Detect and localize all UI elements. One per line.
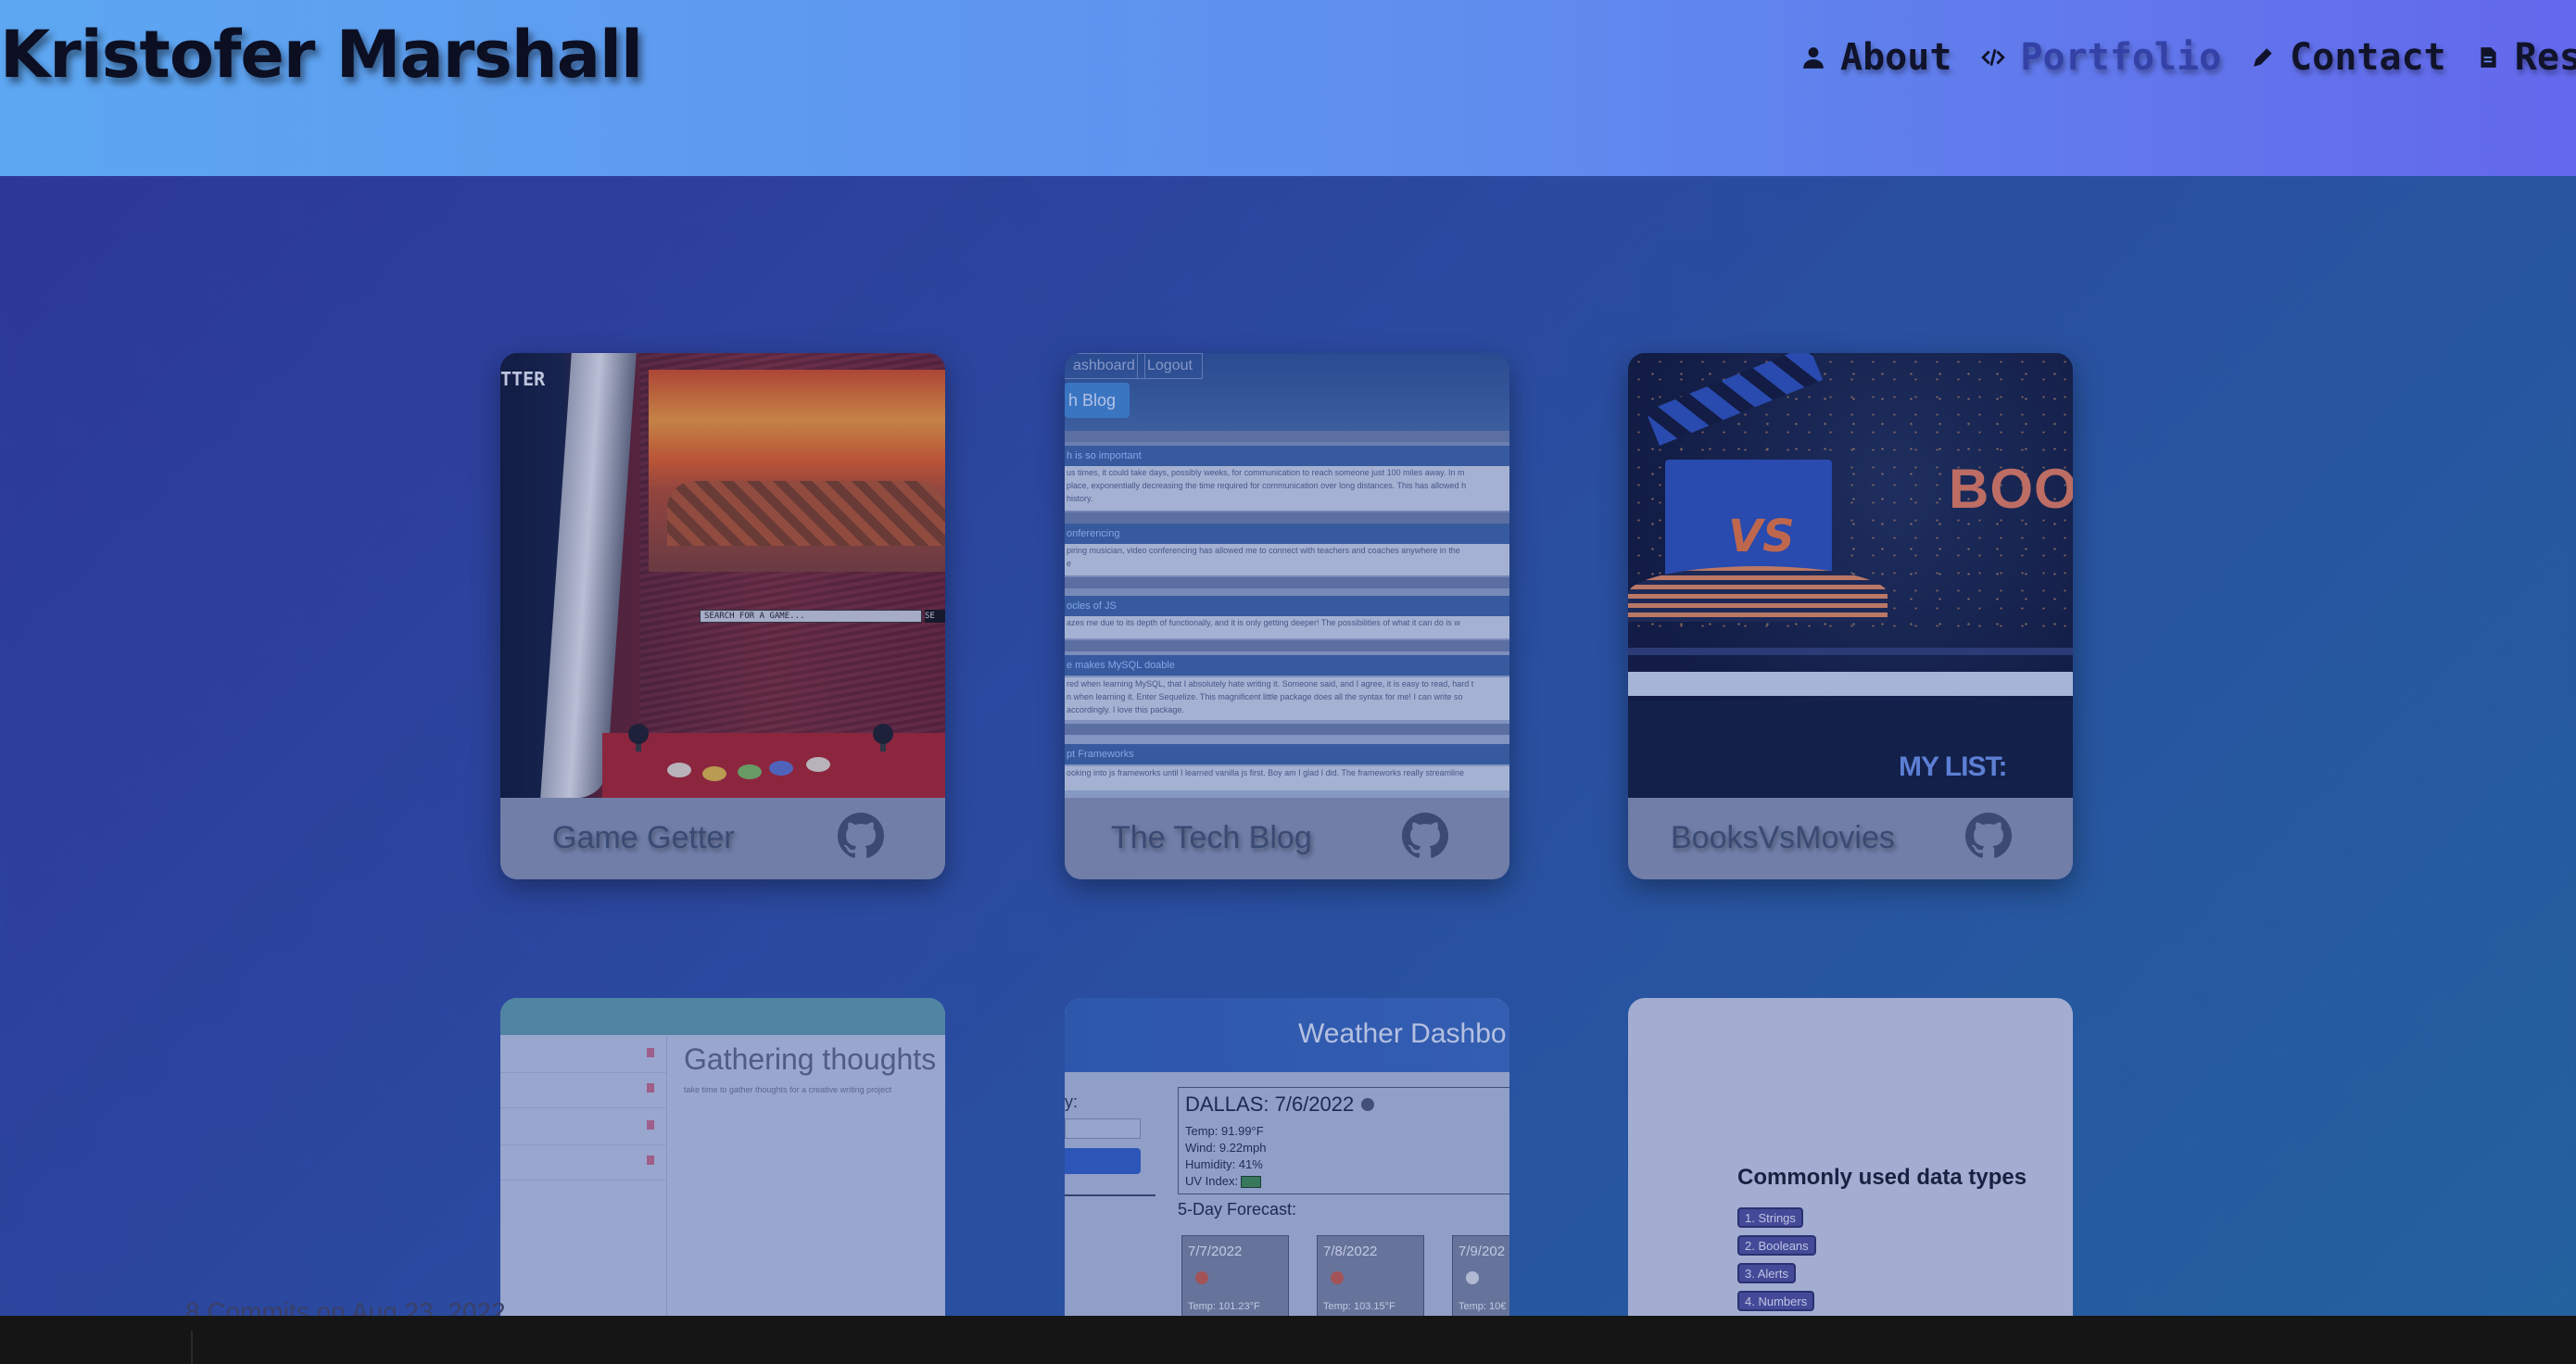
- user-icon: [1799, 44, 1827, 71]
- screenshot-my-list-text: MY LIST:: [1899, 751, 2007, 782]
- screenshot-post-title: e makes MySQL doable: [1065, 655, 1509, 676]
- github-icon[interactable]: [838, 813, 884, 859]
- screenshot-post-body: us times, it could take days, possibly w…: [1065, 466, 1509, 511]
- nav-resume[interactable]: Resume: [2474, 36, 2576, 79]
- project-card-code-quiz[interactable]: Commonly used data types 1. Strings 2. B…: [1628, 998, 2073, 1317]
- divider: [191, 1331, 193, 1364]
- main-nav: About Portfolio Contact Resume: [1799, 33, 2576, 82]
- screenshot-vs-text: VS: [1728, 511, 1795, 562]
- quiz-option: 1. Strings: [1737, 1207, 1803, 1228]
- screenshot-wind: Wind: 9.22mph: [1185, 1141, 1267, 1155]
- code-icon: [1979, 44, 2007, 71]
- screenshot-uv: UV Index:: [1185, 1174, 1239, 1188]
- pen-icon: [2249, 44, 2277, 71]
- project-screenshot[interactable]: TTER SEARCH FOR A GAME... SE: [500, 353, 945, 798]
- screenshot-city: DALLAS: 7/6/2022: [1185, 1092, 1355, 1116]
- screenshot-post-body: red when learning MySQL, that I absolute…: [1065, 677, 1509, 720]
- document-icon: [2474, 44, 2502, 71]
- card-footer: The Tech Blog: [1065, 798, 1509, 879]
- bottom-bar: [0, 1316, 2576, 1364]
- project-title: Game Getter: [552, 820, 735, 855]
- screenshot-search-field: SEARCH FOR A GAME...: [700, 610, 922, 623]
- project-screenshot[interactable]: VS BOOKS MY LIST:: [1628, 353, 2073, 798]
- weather-icon: [1361, 1098, 1374, 1111]
- nav-contact[interactable]: Contact: [2249, 36, 2446, 79]
- github-icon[interactable]: [1402, 813, 1448, 859]
- quiz-option: 4. Numbers: [1737, 1291, 1815, 1311]
- screenshot-post-body: azes me due to its depth of functionally…: [1065, 616, 1509, 638]
- project-title: The Tech Blog: [1111, 820, 1312, 855]
- screenshot-post-title: h is so important: [1065, 446, 1509, 466]
- github-icon[interactable]: [1965, 813, 2012, 859]
- screenshot-title: Gathering thoughts: [684, 1042, 937, 1076]
- screenshot-post-body: ooking into js frameworks until I learne…: [1065, 766, 1509, 790]
- forecast-card: 7/7/2022 Temp: 101.23°F: [1181, 1235, 1289, 1317]
- screenshot-post-title: ocles of JS: [1065, 596, 1509, 616]
- screenshot-temp: Temp: 91.99°F: [1185, 1124, 1264, 1138]
- screenshot-home-button: h Blog: [1065, 383, 1130, 418]
- screenshot-post-title: pt Frameworks: [1065, 744, 1509, 764]
- quiz-option: 3. Alerts: [1737, 1263, 1796, 1283]
- project-title: BooksVsMovies: [1671, 820, 1895, 855]
- nav-about[interactable]: About: [1799, 36, 1951, 79]
- screenshot-forecast-label: 5-Day Forecast:: [1178, 1200, 1297, 1219]
- project-card-game-getter[interactable]: TTER SEARCH FOR A GAME... SE Game Getter: [500, 353, 945, 879]
- screenshot-books-text: BOOKS: [1949, 458, 2073, 520]
- screenshot-question: Commonly used data types: [1737, 1165, 2027, 1190]
- card-footer: Game Getter: [500, 798, 945, 879]
- nav-about-label: About: [1840, 36, 1952, 79]
- screenshot-banner-text: TTER: [500, 368, 546, 390]
- screenshot-nav-dashboard: ashboard: [1065, 353, 1145, 379]
- nav-portfolio-label: Portfolio: [2020, 36, 2222, 79]
- project-card-gathering-thoughts[interactable]: Gathering thoughts take time to gather t…: [500, 998, 945, 1317]
- project-card-weather-dashboard[interactable]: Weather Dashbo y: DALLAS: 7/6/2022 Temp:…: [1065, 998, 1509, 1317]
- project-screenshot[interactable]: ashboard Logout h Blog h is so important…: [1065, 353, 1509, 798]
- project-card-books-vs-movies[interactable]: VS BOOKS MY LIST: BooksVsMovies: [1628, 353, 2073, 879]
- screenshot-subtitle: take time to gather thoughts for a creat…: [684, 1085, 892, 1094]
- site-header: Kristofer Marshall About Portfolio Conta…: [0, 0, 2576, 176]
- quiz-option: 2. Booleans: [1737, 1235, 1816, 1256]
- screenshot-title: Weather Dashbo: [1298, 1018, 1507, 1049]
- nav-resume-label: Resume: [2514, 36, 2576, 79]
- forecast-card: 7/8/2022 Temp: 103.15°F: [1317, 1235, 1424, 1317]
- screenshot-post-title: onferencing: [1065, 524, 1509, 544]
- forecast-card: 7/9/202 Temp: 10€: [1452, 1235, 1509, 1317]
- card-footer: BooksVsMovies: [1628, 798, 2073, 879]
- screenshot-search-label: y:: [1065, 1092, 1079, 1111]
- site-title[interactable]: Kristofer Marshall: [0, 17, 643, 93]
- screenshot-post-body: piring musician, video conferencing has …: [1065, 544, 1509, 575]
- project-card-tech-blog[interactable]: ashboard Logout h Blog h is so important…: [1065, 353, 1509, 879]
- screenshot-nav-logout: Logout: [1137, 353, 1203, 379]
- screenshot-search-button: SE: [925, 610, 945, 623]
- nav-portfolio[interactable]: Portfolio: [1979, 36, 2221, 79]
- nav-contact-label: Contact: [2290, 36, 2446, 79]
- screenshot-humidity: Humidity: 41%: [1185, 1157, 1263, 1171]
